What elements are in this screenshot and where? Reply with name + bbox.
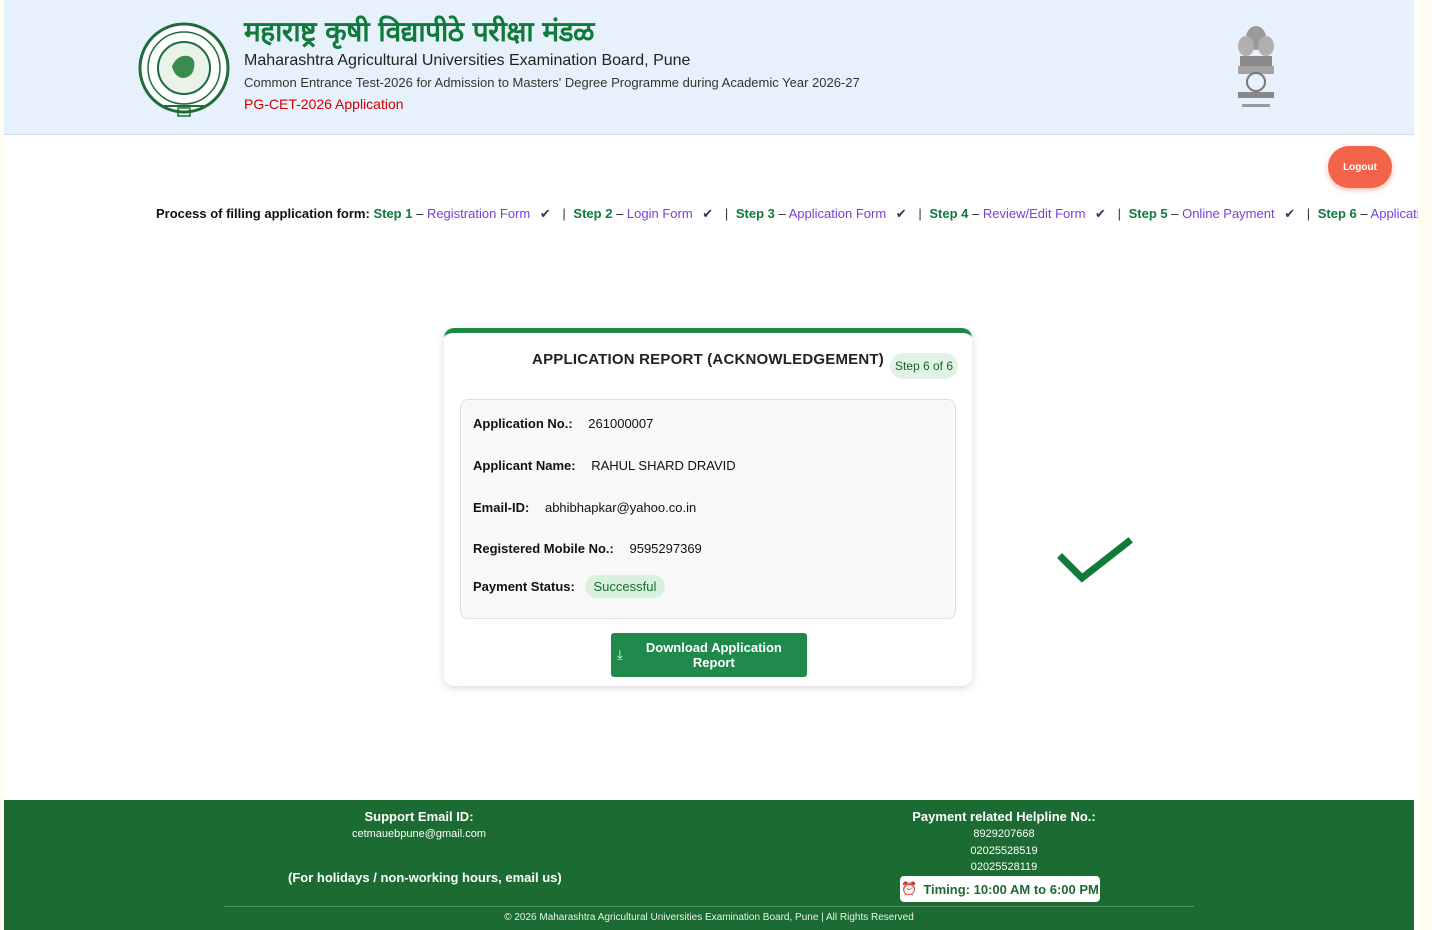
applicant-info-box: Application No.: 261000007 Applicant Nam… bbox=[460, 399, 956, 619]
step-dash: – bbox=[416, 206, 424, 221]
step-3-name: Application Form bbox=[788, 206, 887, 221]
payment-status-badge: Successful bbox=[584, 575, 666, 598]
success-check-icon bbox=[1057, 537, 1133, 583]
application-number-row: Application No.: 261000007 bbox=[473, 416, 653, 431]
timing-text: Timing: 10:00 AM to 6:00 PM bbox=[923, 881, 1099, 897]
application-report-card: APPLICATION REPORT (ACKNOWLEDGEMENT) Ste… bbox=[444, 328, 972, 686]
step-dash: – bbox=[616, 206, 624, 221]
step-2-name: Login Form bbox=[626, 206, 693, 221]
step-4-name: Review/Edit Form bbox=[982, 206, 1086, 221]
applicant-name-label: Applicant Name: bbox=[473, 458, 576, 473]
step-5-number: Step 5 bbox=[1128, 206, 1168, 221]
footer-divider bbox=[224, 906, 1194, 907]
support-email-heading: Support Email ID: bbox=[364, 809, 474, 824]
step-2-check-icon: ✔ bbox=[702, 206, 714, 221]
step-6-name: Application Report bbox=[1370, 206, 1418, 221]
applicant-name-value: RAHUL SHARD DRAVID bbox=[591, 458, 736, 473]
applicant-name-row: Applicant Name: RAHUL SHARD DRAVID bbox=[473, 458, 736, 473]
email-label: Email-ID: bbox=[473, 500, 530, 515]
step-5-check-icon: ✔ bbox=[1284, 206, 1296, 221]
step-badge: Step 6 of 6 bbox=[890, 353, 958, 379]
logout-button[interactable]: Logout bbox=[1328, 146, 1392, 188]
email-value: abhibhapkar@yahoo.co.in bbox=[544, 500, 697, 515]
university-seal-icon bbox=[138, 22, 230, 117]
step-1-name: Registration Form bbox=[426, 206, 531, 221]
step-4-number: Step 4 bbox=[929, 206, 969, 221]
timing-badge: ⏰ Timing: 10:00 AM to 6:00 PM bbox=[900, 876, 1100, 902]
step-dash: – bbox=[971, 206, 980, 221]
national-emblem-icon bbox=[1238, 26, 1274, 107]
step-6-number: Step 6 bbox=[1317, 206, 1357, 221]
helpline-phone: 02025528519 bbox=[970, 844, 1038, 857]
email-row: Email-ID: abhibhapkar@yahoo.co.in bbox=[473, 500, 696, 515]
mobile-label: Registered Mobile No.: bbox=[473, 541, 614, 556]
step-dash: – bbox=[778, 206, 786, 221]
step-dash: – bbox=[1171, 206, 1179, 221]
process-steps-bar: Process of filling application form: Ste… bbox=[156, 204, 1418, 224]
cet-subtitle: Common Entrance Test-2026 for Admission … bbox=[244, 75, 860, 90]
header-titles: महाराष्ट्र कृषी विद्यापीठे परीक्षा मंडळ … bbox=[244, 14, 860, 114]
english-board-title: Maharashtra Agricultural Universities Ex… bbox=[244, 52, 691, 69]
download-report-button[interactable]: ⤓ Download Application Report bbox=[611, 633, 807, 677]
application-title: PG-CET-2026 Application bbox=[244, 96, 404, 112]
mobile-value: 9595297369 bbox=[629, 541, 702, 556]
mobile-row: Registered Mobile No.: 9595297369 bbox=[473, 541, 702, 556]
step-1-number: Step 1 bbox=[373, 206, 413, 221]
holiday-note: (For holidays / non-working hours, email… bbox=[288, 870, 562, 885]
download-report-label: Download Application Report bbox=[645, 640, 782, 670]
helpline-phone: 8929207668 bbox=[973, 828, 1035, 840]
helpline-phone: 02025528119 bbox=[970, 861, 1038, 873]
step-4-check-icon: ✔ bbox=[1095, 206, 1106, 221]
copyright-text: © 2026 Maharashtra Agricultural Universi… bbox=[504, 912, 914, 923]
download-icon: ⤓ bbox=[617, 647, 623, 662]
step-dash: – bbox=[1360, 206, 1368, 221]
step-3-number: Step 3 bbox=[735, 206, 775, 221]
step-5-name: Online Payment bbox=[1182, 206, 1275, 221]
alarm-clock-icon: ⏰ bbox=[901, 881, 918, 896]
helpline-section: Payment related Helpline No.: 8929207668… bbox=[884, 808, 1124, 876]
payment-status-row: Payment Status: Successful bbox=[473, 575, 666, 598]
payment-status-label: Payment Status: bbox=[473, 579, 575, 594]
support-section: Support Email ID: cetmauebpune@gmail.com bbox=[266, 808, 572, 842]
step-3-check-icon: ✔ bbox=[895, 206, 907, 221]
step-separator: | bbox=[562, 206, 566, 221]
application-number-value: 261000007 bbox=[588, 416, 654, 431]
site-header: महाराष्ट्र कृषी विद्यापीठे परीक्षा मंडळ … bbox=[4, 0, 1414, 135]
step-separator: | bbox=[1117, 206, 1121, 221]
application-number-label: Application No.: bbox=[473, 416, 573, 431]
helpline-heading: Payment related Helpline No.: bbox=[912, 809, 1096, 824]
support-email-link[interactable]: cetmauebpune@gmail.com bbox=[266, 826, 572, 842]
step-separator: | bbox=[918, 206, 922, 221]
page: महाराष्ट्र कृषी विद्यापीठे परीक्षा मंडळ … bbox=[4, 0, 1418, 930]
step-2-number: Step 2 bbox=[573, 206, 613, 221]
site-footer: Support Email ID: cetmauebpune@gmail.com… bbox=[4, 800, 1414, 930]
step-1-check-icon: ✔ bbox=[539, 206, 551, 221]
step-separator: | bbox=[1306, 206, 1311, 221]
process-label: Process of filling application form: bbox=[156, 206, 370, 221]
step-separator: | bbox=[724, 206, 729, 221]
marathi-board-title: महाराष्ट्र कृषी विद्यापीठे परीक्षा मंडळ bbox=[244, 15, 594, 48]
